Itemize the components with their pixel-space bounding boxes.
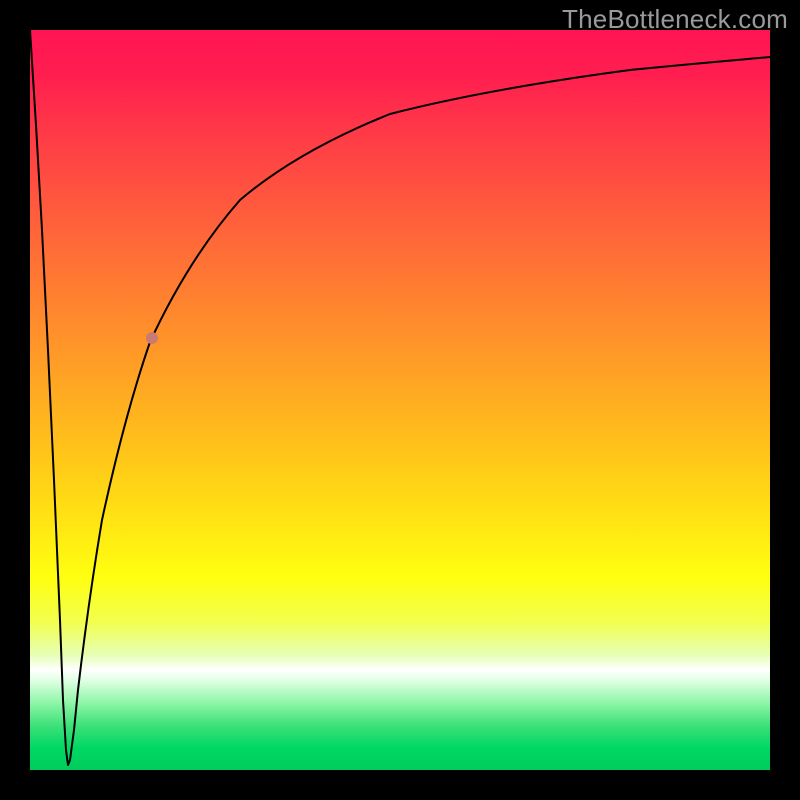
watermark-text: TheBottleneck.com [562, 4, 788, 35]
chart-frame: TheBottleneck.com [0, 0, 800, 800]
curve-svg [30, 30, 770, 770]
plot-area [30, 30, 770, 770]
bottleneck-curve [30, 30, 770, 765]
dot-marker-lower-icon [146, 332, 158, 344]
